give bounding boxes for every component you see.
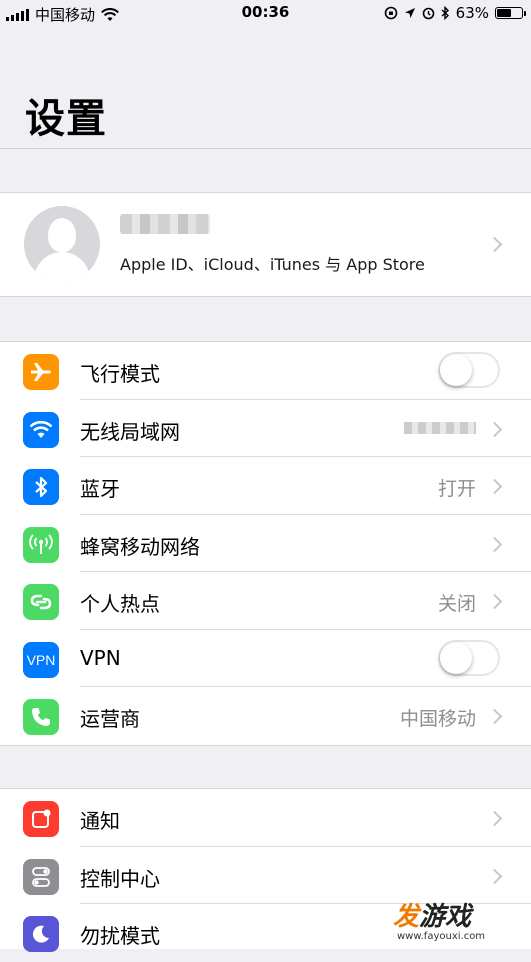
row-label: 飞行模式 bbox=[80, 362, 160, 386]
row-cellular[interactable]: 蜂窝移动网络 bbox=[0, 515, 531, 572]
orientation-lock-icon bbox=[384, 6, 397, 20]
hotspot-icon bbox=[23, 584, 59, 620]
row-personal-hotspot[interactable]: 个人热点 关闭 bbox=[0, 572, 531, 630]
chevron-right-icon bbox=[486, 478, 503, 495]
chevron-right-icon bbox=[486, 810, 503, 827]
chevron-right-icon bbox=[486, 593, 503, 610]
chevron-right-icon bbox=[486, 236, 503, 253]
row-value: 打开 bbox=[437, 478, 476, 500]
bluetooth-status-icon bbox=[441, 6, 449, 20]
vpn-toggle[interactable] bbox=[438, 639, 500, 676]
row-bluetooth[interactable]: 蓝牙 打开 bbox=[0, 457, 531, 515]
row-label: 蓝牙 bbox=[80, 477, 120, 501]
chevron-right-icon bbox=[486, 536, 503, 552]
account-name-blurred bbox=[120, 214, 210, 234]
cellular-icon bbox=[23, 526, 59, 563]
wifi-icon bbox=[23, 411, 59, 448]
watermark-url: www.fayouxi.com bbox=[397, 931, 486, 942]
row-label: 通知 bbox=[80, 809, 120, 833]
status-right: 63% bbox=[384, 4, 526, 22]
apple-id-subtitle: Apple ID、iCloud、iTunes 与 App Store bbox=[120, 255, 425, 274]
row-label: 无线局域网 bbox=[80, 419, 180, 444]
battery-icon bbox=[495, 7, 526, 19]
chevron-right-icon bbox=[486, 421, 503, 437]
row-label: 个人热点 bbox=[80, 592, 160, 616]
row-label: 控制中心 bbox=[80, 866, 160, 891]
row-value: 中国移动 bbox=[399, 708, 476, 730]
airplane-icon bbox=[23, 354, 59, 390]
row-vpn[interactable]: VPN VPN bbox=[0, 630, 531, 687]
connectivity-group: 飞行模式 无线局域网 蓝牙 打开 蜂窝移动网络 个人热点 关闭 VPN VPN … bbox=[0, 341, 531, 746]
row-carrier[interactable]: 运营商 中国移动 bbox=[0, 687, 531, 745]
row-label: VPN bbox=[80, 645, 121, 670]
watermark: 发游戏 www.fayouxi.com bbox=[393, 896, 485, 942]
moon-icon bbox=[23, 916, 59, 952]
battery-percent: 63% bbox=[455, 4, 489, 22]
control-center-icon bbox=[23, 858, 59, 895]
page-title: 设置 bbox=[25, 96, 107, 142]
notifications-icon bbox=[23, 801, 59, 837]
status-bar: 中国移动 00:36 63% bbox=[0, 0, 531, 26]
row-airplane-mode[interactable]: 飞行模式 bbox=[0, 342, 531, 400]
row-value: 关闭 bbox=[437, 593, 476, 615]
row-notifications[interactable]: 通知 bbox=[0, 789, 531, 847]
phone-icon bbox=[23, 699, 59, 735]
airplane-mode-toggle[interactable] bbox=[438, 352, 500, 388]
alarm-icon bbox=[422, 7, 434, 20]
avatar bbox=[24, 206, 100, 282]
location-icon bbox=[404, 8, 415, 18]
vpn-icon: VPN bbox=[23, 641, 59, 678]
row-label: 运营商 bbox=[80, 707, 140, 731]
row-wifi[interactable]: 无线局域网 bbox=[0, 400, 531, 457]
chevron-right-icon bbox=[486, 708, 503, 725]
row-label: 勿扰模式 bbox=[80, 924, 160, 948]
wifi-network-blurred bbox=[404, 421, 476, 434]
battery-level bbox=[497, 9, 512, 17]
row-label: 蜂窝移动网络 bbox=[80, 534, 200, 559]
watermark-brand: 发游戏 bbox=[393, 902, 472, 932]
bluetooth-icon bbox=[23, 469, 59, 505]
apple-id-row[interactable] bbox=[0, 192, 531, 297]
title-divider bbox=[0, 148, 531, 149]
chevron-right-icon bbox=[486, 868, 503, 884]
